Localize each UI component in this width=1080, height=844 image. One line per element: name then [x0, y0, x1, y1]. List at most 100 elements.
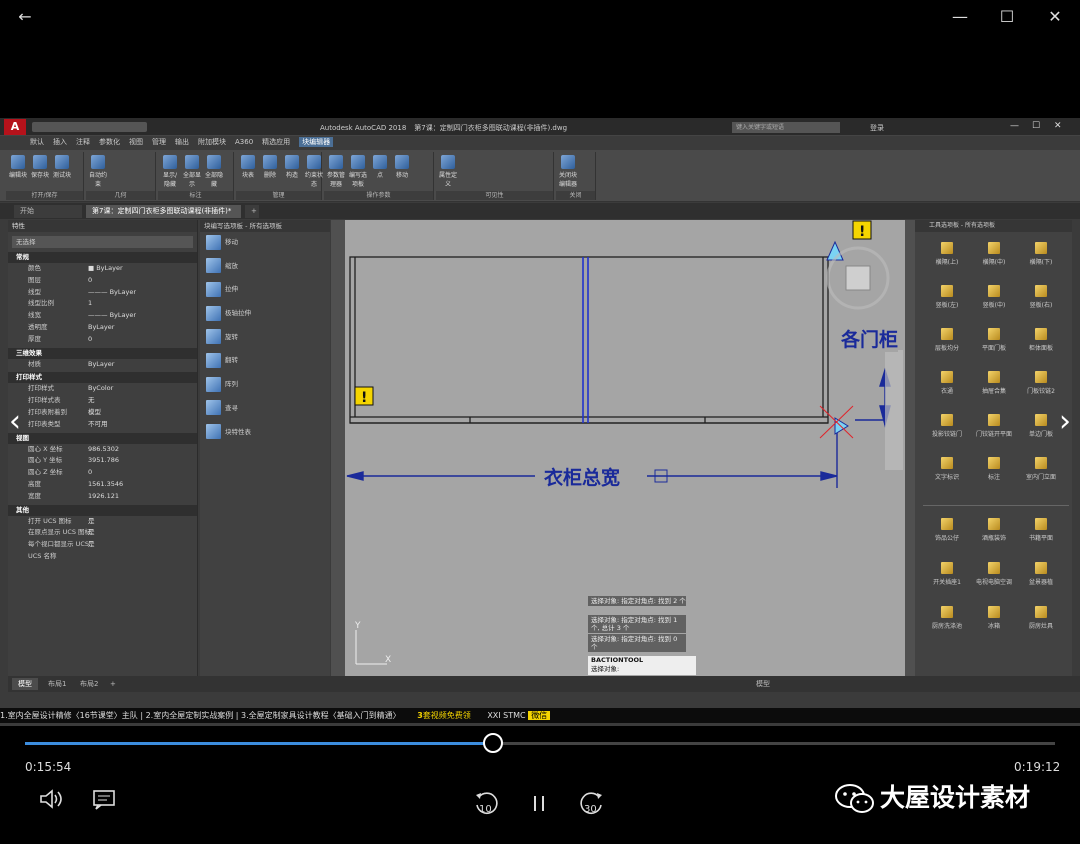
tool-palette-label: 竖板(中)	[982, 302, 1006, 309]
property-value: ——— ByLayer	[88, 287, 136, 296]
property-value: 是	[88, 516, 95, 525]
block-palette-label: 移动	[225, 238, 238, 246]
ribbon-tool: 自动约束	[89, 155, 107, 188]
ribbon-tab: 参数化	[99, 138, 120, 146]
previous-arrow-icon[interactable]: ‹	[4, 404, 26, 440]
video-frame[interactable]: A Autodesk AutoCAD 2018 第7课：定制四门衣柜多图联动课程(…	[0, 118, 1080, 726]
current-time: 0:15:54	[25, 760, 72, 774]
ribbon-group: 编辑块 保存块 测试块 打开/保存	[6, 152, 84, 200]
next-arrow-icon[interactable]: ›	[1054, 404, 1076, 440]
property-row: 材质 ByLayer	[8, 359, 197, 371]
layout-tab-1: 布局1	[48, 680, 67, 688]
forward-30-button[interactable]: 30	[576, 788, 608, 820]
tool-palette-item: 室内门立面	[1019, 457, 1063, 481]
tool-palette-item: 抽屉合集	[972, 371, 1016, 395]
command-history-3: 选择对象: 指定对角点: 找到 0 个	[588, 634, 686, 652]
ribbon-tool: 移动	[393, 155, 411, 179]
seek-bar[interactable]	[25, 733, 1055, 753]
tool-palette-label: 横隔(下)	[1029, 259, 1053, 266]
course-wechat: 微信	[528, 711, 551, 720]
property-key: 线型比例	[28, 299, 54, 308]
tool-palette-label: 冰箱	[987, 623, 1000, 630]
ribbon-tool: 保存块	[31, 155, 49, 179]
login-label: 登录	[870, 124, 884, 132]
rewind-10-button[interactable]: 10	[470, 788, 502, 820]
block-palette-item: 阵列	[200, 374, 330, 398]
ribbon-tab: 视图	[129, 138, 143, 146]
tool-palette-icon	[988, 414, 1000, 426]
ribbon-tool-label: 显示/隐藏	[162, 172, 178, 188]
property-key: 透明度	[28, 322, 48, 331]
ribbon: 编辑块 保存块 测试块 打开/保存 自动约束 几何 显示/隐藏 全部显示 全部隐藏 标注 块表 删除构…	[0, 150, 1080, 202]
tool-palette-icon	[1035, 518, 1047, 530]
property-row: 打印表类型 不可用	[8, 419, 197, 431]
back-arrow-icon[interactable]: ←	[12, 4, 38, 30]
maximize-button[interactable]: ☐	[994, 4, 1020, 30]
subtitles-icon[interactable]	[88, 788, 120, 820]
course-banner: 1.室内全屋设计精修〈16节课堂〉主队 | 2.室内全屋定制实战案例 | 3.全…	[0, 708, 1080, 723]
block-palette-item: 旋转	[200, 327, 330, 351]
property-value: ——— ByLayer	[88, 311, 136, 320]
course-list: 1.室内全屋设计精修〈16节课堂〉主队 | 2.室内全屋定制实战案例 | 3.全…	[0, 711, 401, 720]
tool-palette-icon	[1035, 414, 1047, 426]
pause-icon[interactable]	[523, 788, 555, 820]
tab-start: 开始	[14, 205, 82, 218]
block-palette-item: 移动	[200, 232, 330, 256]
tool-palette-icon	[1035, 562, 1047, 574]
property-row: 每个视口都显示 UCS是	[8, 539, 197, 551]
tool-palette-label: 文字标识	[934, 474, 959, 481]
tool-palette-label: 竖板(右)	[1029, 302, 1053, 309]
tool-palette-icon	[1035, 606, 1047, 618]
tool-icon	[561, 155, 575, 169]
tool-icon	[285, 155, 299, 169]
property-key: 圆心 Z 坐标	[28, 468, 63, 477]
tool-palette-label: 电视电脑空调	[975, 579, 1012, 586]
tool-palette-label: 横隔(中)	[982, 259, 1006, 266]
minimize-button[interactable]: —	[947, 4, 973, 30]
ribbon-group: 属性定义 可见性	[436, 152, 554, 200]
close-button[interactable]: ✕	[1042, 4, 1068, 30]
property-value: 是	[88, 540, 95, 549]
tool-palette-item: 投影铰链门	[925, 414, 969, 438]
block-action-icon	[206, 329, 221, 345]
tool-palette-label: 饰品公仔	[934, 535, 959, 542]
property-row: 打印样式表无	[8, 395, 197, 407]
block-action-icon	[206, 424, 221, 439]
command-prompt: 选择对象:	[591, 665, 620, 673]
property-row: 线宽 ——— ByLayer	[8, 310, 197, 322]
ribbon-tool-label: 自动约束	[89, 172, 108, 188]
ribbon-tool-label: 删除	[263, 172, 276, 179]
property-key: 宽度	[28, 491, 41, 500]
seek-knob[interactable]	[482, 733, 503, 753]
ribbon-tool-label: 保存块	[31, 172, 50, 179]
ribbon-tab: 管理	[152, 138, 166, 146]
tool-palette-icon	[988, 562, 1000, 574]
tool-palette-label: 厨房灶具	[1028, 623, 1053, 630]
block-palette-label: 翻转	[225, 356, 238, 365]
ribbon-group-label: 关闭	[556, 191, 595, 200]
layout-tab-model: 模型	[12, 678, 38, 690]
tool-palette-item: 酒瓶装饰	[972, 518, 1016, 542]
volume-icon[interactable]	[35, 788, 67, 820]
tool-palette-label: 开关插座1	[933, 579, 961, 586]
property-value: ■ ByLayer	[88, 264, 123, 272]
tool-icon	[307, 155, 321, 169]
ribbon-group-label: 标注	[158, 191, 233, 200]
ribbon-tabs: 默认 插入 注释 参数化 视图 管理 输出 附加模块 A360 精选应用 块编辑器	[30, 137, 342, 149]
svg-text:!: !	[361, 390, 367, 406]
tool-palette: 工具选项板 - 所有选项板 横隔(上) 横隔(中) 横隔(下) 竖板(左) 竖板(中) 竖…	[915, 220, 1072, 676]
tool-palette-label: 门板铰链2	[1027, 388, 1055, 395]
ribbon-tab: 默认	[30, 138, 44, 146]
svg-text:Y: Y	[354, 621, 361, 631]
player-titlebar: ← — ☐ ✕	[0, 0, 1080, 34]
block-palette-title: 块编写选项板 - 所有选项板	[200, 220, 330, 232]
tool-palette-icon	[1035, 285, 1047, 297]
property-row: 线型比例 1	[8, 298, 197, 310]
tool-palette-item: 平面门板	[972, 328, 1016, 352]
block-action-icon	[206, 258, 221, 274]
ribbon-tab: 块编辑器	[299, 137, 334, 147]
tool-palette-icon	[988, 285, 1000, 297]
tool-palette-item: 衣通	[925, 371, 969, 395]
ribbon-tab: 注释	[76, 138, 90, 146]
tool-icon	[441, 155, 455, 169]
